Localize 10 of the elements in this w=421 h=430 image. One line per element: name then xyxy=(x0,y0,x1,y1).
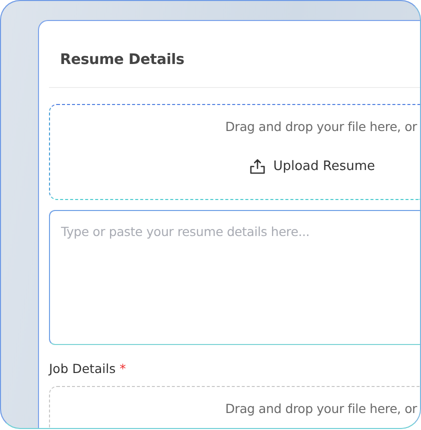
drop-hint: Drag and drop your file here, or xyxy=(225,401,418,416)
drop-hint: Drag and drop your file here, or xyxy=(225,119,418,134)
field-label: Job Details xyxy=(49,361,116,376)
required-mark: * xyxy=(120,361,126,376)
drop-zone[interactable]: Drag and drop your file here, or xyxy=(49,386,420,428)
upload-button[interactable]: Upload Resume xyxy=(245,156,379,177)
placeholder-text: Type or paste your resume details here... xyxy=(61,224,310,239)
section-title: Resume Details xyxy=(59,51,186,70)
drop-zone[interactable]: Drag and drop your file here, or Upload Resume xyxy=(49,104,420,200)
upload-icon xyxy=(249,158,266,175)
